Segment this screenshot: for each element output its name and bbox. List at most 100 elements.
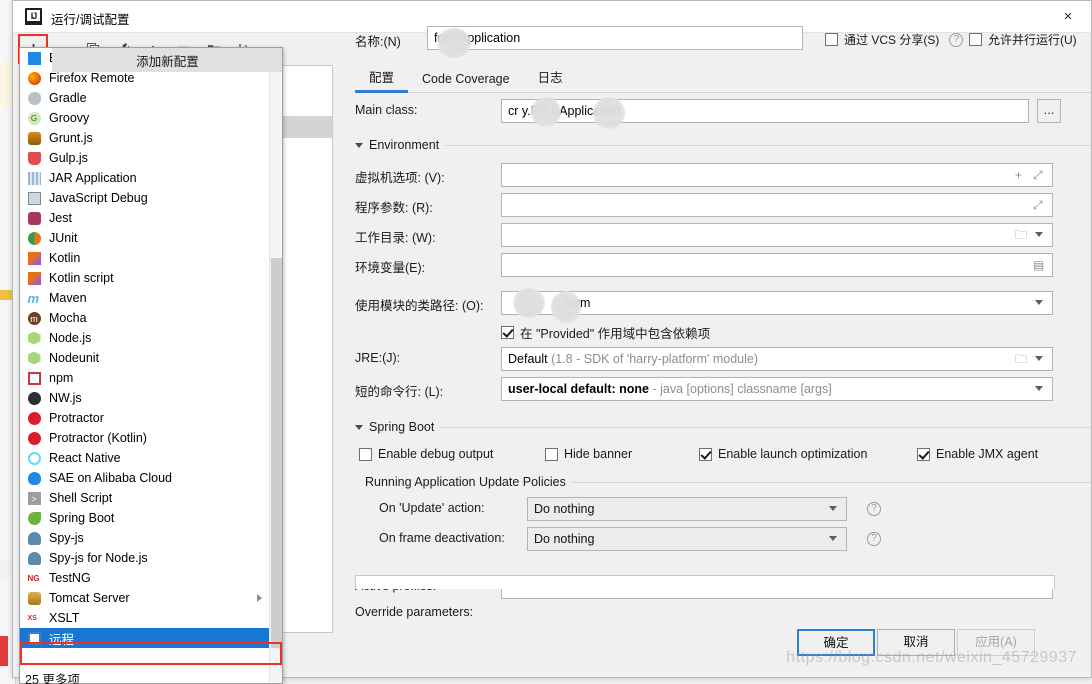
- share-vcs-help-icon[interactable]: ?: [949, 32, 964, 47]
- configuration-type-item[interactable]: JUnit: [20, 228, 270, 248]
- configuration-type-item[interactable]: Spy-js: [20, 528, 270, 548]
- allow-parallel-checkbox[interactable]: 允许并行运行(U): [969, 31, 1077, 48]
- popup-scrollbar[interactable]: [269, 48, 282, 683]
- enable-debug-output-box[interactable]: [359, 447, 372, 461]
- include-provided-checkbox[interactable]: 在 "Provided" 作用域中包含依赖项: [501, 323, 710, 342]
- spring-boot-section-header[interactable]: Spring Boot: [355, 417, 1091, 437]
- junit-icon-glyph: [27, 231, 41, 245]
- enable-jmx-agent-box[interactable]: [917, 447, 930, 461]
- tab-configuration[interactable]: 配置: [355, 64, 409, 93]
- spring-boot-collapse-icon[interactable]: [355, 424, 363, 430]
- enable-debug-output-checkbox[interactable]: Enable debug output: [359, 447, 493, 461]
- working-directory-caret-icon[interactable]: [1035, 232, 1043, 237]
- collapse-triangle-icon[interactable]: [355, 142, 363, 148]
- on-frame-deactivation-help-icon[interactable]: ?: [867, 532, 881, 546]
- configuration-type-item[interactable]: SAE on Alibaba Cloud: [20, 468, 270, 488]
- configuration-type-item[interactable]: Gulp.js: [20, 148, 270, 168]
- configuration-type-label: XSLT: [49, 611, 80, 625]
- enable-launch-optimization-box[interactable]: [699, 447, 712, 461]
- protractor-icon: [26, 430, 42, 446]
- popup-scrollbar-thumb[interactable]: [271, 258, 282, 648]
- configuration-type-item[interactable]: G Groovy: [20, 108, 270, 128]
- configuration-type-list[interactable]: EDAS on Alibaba CloudFirefox RemoteGradl…: [20, 48, 270, 648]
- configuration-type-item[interactable]: XS XSLT: [20, 608, 270, 628]
- allow-parallel-box[interactable]: [969, 33, 982, 46]
- configuration-type-item[interactable]: NW.js: [20, 388, 270, 408]
- configuration-type-item[interactable]: Jest: [20, 208, 270, 228]
- enable-launch-optimization-label: Enable launch optimization: [718, 447, 868, 461]
- module-classpath-caret-icon[interactable]: [1035, 300, 1043, 305]
- working-directory-input[interactable]: [501, 223, 1053, 247]
- configuration-type-item[interactable]: Nodeunit: [20, 348, 270, 368]
- hide-banner-checkbox[interactable]: Hide banner: [545, 447, 632, 461]
- tomcat-icon-glyph: [27, 591, 41, 605]
- cancel-button[interactable]: 取消: [877, 629, 955, 656]
- share-vcs-checkbox[interactable]: 通过 VCS 分享(S) ?: [825, 31, 964, 48]
- include-provided-box[interactable]: [501, 326, 514, 339]
- configuration-type-item[interactable]: Spring Boot: [20, 508, 270, 528]
- browse-main-class-button[interactable]: ...: [1037, 99, 1061, 123]
- configuration-type-item[interactable]: JavaScript Debug: [20, 188, 270, 208]
- on-frame-deactivation-label: On frame deactivation:: [379, 531, 505, 545]
- configuration-type-item[interactable]: Gradle: [20, 88, 270, 108]
- protractor-icon-glyph: [27, 411, 41, 425]
- jre-caret-icon[interactable]: [1035, 356, 1043, 361]
- configuration-type-item[interactable]: Tomcat Server: [20, 588, 270, 608]
- hide-banner-box[interactable]: [545, 447, 558, 461]
- on-update-action-combo[interactable]: Do nothing: [527, 497, 847, 521]
- spyjs-icon: [26, 530, 42, 546]
- configuration-type-label: Jest: [49, 211, 72, 225]
- main-class-input[interactable]: cr y.Pla nApplication: [501, 99, 1029, 123]
- configuration-type-item[interactable]: m Mocha: [20, 308, 270, 328]
- firefox-icon-glyph: [27, 71, 41, 85]
- environment-section-header[interactable]: Environment: [355, 135, 1091, 155]
- jre-combo[interactable]: Default (1.8 - SDK of 'harry-platform' m…: [501, 347, 1053, 371]
- mocha-icon: m: [26, 310, 42, 326]
- submenu-arrow-icon[interactable]: [257, 594, 262, 602]
- configuration-type-label: Shell Script: [49, 491, 113, 505]
- configuration-type-label: Mocha: [49, 311, 87, 325]
- configuration-type-item[interactable]: Node.js: [20, 328, 270, 348]
- gradle-icon-glyph: [27, 91, 41, 105]
- on-frame-deactivation-caret-icon[interactable]: [829, 536, 837, 541]
- share-vcs-box[interactable]: [825, 33, 838, 46]
- on-update-action-caret-icon[interactable]: [829, 506, 837, 511]
- name-input[interactable]: formApplication: [427, 26, 803, 50]
- on-update-action-label: On 'Update' action:: [379, 501, 485, 515]
- configuration-type-item[interactable]: npm: [20, 368, 270, 388]
- on-update-action-help-icon[interactable]: ?: [867, 502, 881, 516]
- nodejs-icon-glyph: [27, 331, 41, 345]
- configuration-type-item[interactable]: Protractor (Kotlin): [20, 428, 270, 448]
- configuration-type-item[interactable]: Kotlin: [20, 248, 270, 268]
- configuration-type-item[interactable]: JAR Application: [20, 168, 270, 188]
- tab-code-coverage[interactable]: Code Coverage: [408, 69, 524, 92]
- module-classpath-combo[interactable]: :form: [501, 291, 1053, 315]
- configuration-type-item[interactable]: NG TestNG: [20, 568, 270, 588]
- configuration-type-item[interactable]: Spy-js for Node.js: [20, 548, 270, 568]
- tab-logs[interactable]: 日志: [524, 64, 577, 92]
- shorten-command-line-caret-icon[interactable]: [1035, 386, 1043, 391]
- configuration-type-item[interactable]: m Maven: [20, 288, 270, 308]
- configuration-type-item[interactable]: Protractor: [20, 408, 270, 428]
- configuration-type-label: Spy-js for Node.js: [49, 551, 148, 565]
- shorten-command-line-row: 短的命令行: (L): user-local default: none - j…: [355, 377, 1091, 401]
- configuration-type-item[interactable]: > Shell Script: [20, 488, 270, 508]
- more-items-label[interactable]: 25 更多项: [25, 669, 80, 684]
- enable-jmx-agent-checkbox[interactable]: Enable JMX agent: [917, 447, 1038, 461]
- configuration-type-label: Spring Boot: [49, 511, 115, 525]
- configuration-type-item[interactable]: Kotlin script: [20, 268, 270, 288]
- configuration-type-item[interactable]: React Native: [20, 448, 270, 468]
- on-frame-deactivation-combo[interactable]: Do nothing: [527, 527, 847, 551]
- environment-variables-input[interactable]: [501, 253, 1053, 277]
- program-arguments-input[interactable]: [501, 193, 1053, 217]
- shorten-command-line-combo[interactable]: user-local default: none - java [options…: [501, 377, 1053, 401]
- vm-options-input[interactable]: [501, 163, 1053, 187]
- ok-button[interactable]: 确定: [797, 629, 875, 656]
- add-new-configuration-popup[interactable]: EDAS on Alibaba CloudFirefox RemoteGradl…: [19, 47, 283, 684]
- grunt-icon: [26, 130, 42, 146]
- shorten-command-line-hint: - java [options] classname [args]: [652, 382, 832, 396]
- protractor-icon-glyph: [27, 431, 41, 445]
- configuration-type-item[interactable]: Grunt.js: [20, 128, 270, 148]
- override-parameters-table[interactable]: [355, 575, 1055, 589]
- enable-launch-optimization-checkbox[interactable]: Enable launch optimization: [699, 447, 867, 461]
